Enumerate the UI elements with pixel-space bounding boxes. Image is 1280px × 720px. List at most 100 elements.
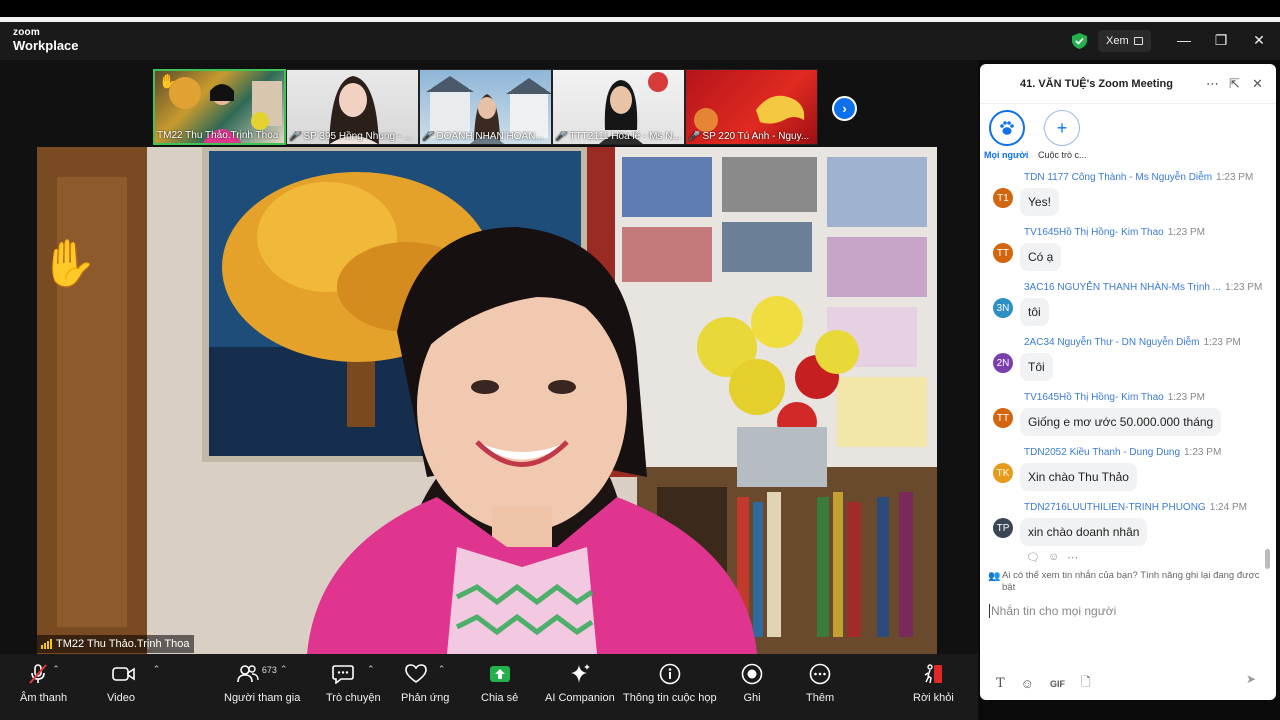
share-button[interactable]: Chia sẻ <box>481 662 518 704</box>
more-label: Thêm <box>806 692 835 704</box>
message-sender: TV1645Hồ Thị Hồng- Kim Thao 1:23 PM <box>1024 392 1205 403</box>
message-time: 1:23 PM <box>1225 282 1263 293</box>
sender-name[interactable]: TDN 1177 Công Thành - Ms Nguyễn Diễm <box>1024 172 1212 183</box>
message-bubble[interactable]: Tôi <box>1020 353 1053 381</box>
recipient-everyone-button[interactable] <box>989 110 1025 146</box>
chevron-up-icon[interactable]: ⌃ <box>52 664 60 675</box>
record-button[interactable]: Ghi <box>741 662 763 704</box>
share-screen-icon <box>489 666 510 682</box>
sender-name[interactable]: 2AC34 Nguyễn Thư - DN Nguyễn Diễm <box>1024 337 1199 348</box>
reactions-button[interactable]: ⌃ Phản ứng <box>401 662 449 705</box>
audio-label: Âm thanh <box>20 692 68 704</box>
more-options-icon[interactable]: ⋯ <box>1206 76 1219 92</box>
muted-microphone-icon <box>29 664 48 684</box>
brand-workplace: Workplace <box>13 38 79 53</box>
security-shield-icon[interactable] <box>1072 33 1087 49</box>
thumbnail-participant-1[interactable]: ✋ TM22 Thu Thảo.Trịnh Thoa <box>153 69 286 145</box>
emoji-icon[interactable]: ☺ <box>1021 676 1034 691</box>
file-icon[interactable]: 🗋 <box>1081 673 1091 694</box>
thumbnail-name: TTT2111 Hóa lê - Ms N... <box>569 131 681 142</box>
message-time: 1:23 PM <box>1167 392 1205 403</box>
participants-count: 673 <box>261 665 277 675</box>
thumbnail-participant-2[interactable]: 🎤 SP 395 Hồng Nhung - ... <box>286 69 419 145</box>
chat-visibility-notice[interactable]: 👥 Ai có thể xem tin nhắn của bạn? Tính n… <box>988 570 1270 594</box>
thumbnail-name: DOANH NHÂN HOÀN... <box>436 131 544 142</box>
thumbnail-participant-3[interactable]: 🎤 DOANH NHÂN HOÀN... <box>419 69 552 145</box>
more-button[interactable]: Thêm <box>806 662 834 704</box>
view-button[interactable]: Xem <box>1098 30 1151 52</box>
audio-button[interactable]: ⌃ Âm thanh <box>20 662 68 705</box>
add-reaction-icon[interactable]: ☺ <box>1048 551 1059 564</box>
video-label: Video <box>107 692 135 704</box>
message-sender: TDN 1177 Công Thành - Ms Nguyễn Diễm 1:23… <box>1024 172 1253 183</box>
more-actions-icon[interactable]: ⋯ <box>1067 551 1078 564</box>
chevron-up-icon[interactable]: ⌃ <box>153 664 161 675</box>
restore-icon[interactable]: ❐ <box>1213 32 1229 48</box>
speaker-name: TM22 Thu Thảo.Trịnh Thoa <box>56 638 190 650</box>
thumbnail-name: SP 220 Tú Anh - Nguy... <box>702 131 810 142</box>
minimize-icon[interactable]: — <box>1176 32 1192 48</box>
muted-mic-icon: 🎤 <box>688 131 701 142</box>
text-format-icon[interactable]: T <box>996 676 1005 691</box>
chat-scrollbar[interactable] <box>1265 549 1270 569</box>
meeting-info-button[interactable]: Thông tin cuộc họp <box>623 662 717 704</box>
video-button[interactable]: ⌃ Video <box>107 662 165 705</box>
ai-companion-button[interactable]: AI Companion <box>545 662 615 704</box>
pop-out-icon[interactable]: ⇱ <box>1229 76 1240 92</box>
add-conversation-button[interactable]: + <box>1044 110 1080 146</box>
record-label: Ghi <box>743 692 761 704</box>
message-time: 1:23 PM <box>1184 447 1222 458</box>
video-stage: ✋ TM22 Thu Thảo.Trịnh Thoa 🎤 SP 395 Hồng … <box>0 60 978 654</box>
message-bubble[interactable]: Xin chào Thu Thảo <box>1020 463 1137 491</box>
message-actions: 🗨 ☺ ⋯ <box>1026 551 1078 564</box>
thumbnail-label: TM22 Thu Thảo.Trịnh Thoa <box>157 130 282 141</box>
sparkle-icon <box>570 664 590 683</box>
heart-icon <box>405 664 427 683</box>
message-time: 1:24 PM <box>1209 502 1247 513</box>
thumbnail-name: TM22 Thu Thảo.Trịnh Thoa <box>157 130 279 141</box>
chevron-up-icon[interactable]: ⌃ <box>280 664 288 675</box>
message-sender: TDN2716LUUTHILIEN-TRINH PHUONG 1:24 PM <box>1024 502 1247 513</box>
close-chat-icon[interactable]: ✕ <box>1252 76 1263 92</box>
message-bubble[interactable]: xin chào doanh nhân <box>1020 518 1148 546</box>
message-bubble[interactable]: Giống e mơ ước 50.000.000 tháng <box>1020 408 1222 436</box>
message-bubble[interactable]: Yes! <box>1020 188 1059 216</box>
thumbnail-label: 🎤 SP 395 Hồng Nhung - ... <box>289 131 416 142</box>
leave-door-icon <box>925 664 943 684</box>
video-camera-icon <box>111 667 135 681</box>
thumbnail-name: SP 395 Hồng Nhung - ... <box>303 131 413 142</box>
sender-name[interactable]: TV1645Hồ Thị Hồng- Kim Thao <box>1024 227 1164 238</box>
muted-mic-icon: 🎤 <box>422 131 435 142</box>
record-icon <box>741 663 763 685</box>
message-bubble[interactable]: tôi <box>1020 298 1049 326</box>
notice-text: Ai có thể xem tin nhắn của bạn? Tính năn… <box>1002 570 1260 593</box>
thumbnail-label: 🎤 DOANH NHÂN HOÀN... <box>422 131 549 142</box>
chevron-up-icon[interactable]: ⌃ <box>438 664 446 675</box>
chat-button[interactable]: ⌃ Trò chuyện <box>326 662 381 705</box>
sender-name[interactable]: 3AC16 NGUYỄN THANH NHÀN-Ms Trịnh ... <box>1024 282 1221 293</box>
message-sender: TV1645Hồ Thị Hồng- Kim Thao 1:23 PM <box>1024 227 1205 238</box>
close-icon[interactable]: ✕ <box>1251 32 1267 48</box>
message-bubble[interactable]: Có ạ <box>1020 243 1062 271</box>
next-thumbnails-button[interactable]: › <box>832 96 857 121</box>
gif-icon[interactable]: GIF <box>1050 679 1065 689</box>
zoom-workplace-logo: zoom Workplace <box>13 28 79 53</box>
muted-mic-icon: 🎤 <box>289 131 302 142</box>
view-label: Xem <box>1106 35 1129 47</box>
sender-name[interactable]: TDN2052 Kiều Thanh - Dung Dung <box>1024 447 1180 458</box>
leave-button[interactable]: Rời khỏi <box>913 662 954 704</box>
thumbnail-participant-5[interactable]: 🎤 SP 220 Tú Anh - Nguy... <box>685 69 818 145</box>
thumbnail-label: 🎤 SP 220 Tú Anh - Nguy... <box>688 131 815 142</box>
sender-name[interactable]: TV1645Hồ Thị Hồng- Kim Thao <box>1024 392 1164 403</box>
raised-hand-icon: ✋ <box>159 73 177 89</box>
message-sender: 3AC16 NGUYỄN THANH NHÀN-Ms Trịnh ... 1:23… <box>1024 282 1262 293</box>
avatar: TP <box>993 518 1013 538</box>
participants-button[interactable]: 673 ⌃ Người tham gia <box>224 662 300 705</box>
chevron-up-icon[interactable]: ⌃ <box>367 664 375 675</box>
sender-name[interactable]: TDN2716LUUTHILIEN-TRINH PHUONG <box>1024 502 1206 513</box>
reply-icon[interactable]: 🗨 <box>1026 551 1040 564</box>
thumbnail-participant-4[interactable]: 🎤 TTT2111 Hóa lê - Ms N... <box>552 69 685 145</box>
chat-input[interactable]: Nhắn tin cho mọi người <box>980 594 1276 674</box>
send-icon[interactable]: ➤ <box>1246 672 1256 686</box>
paw-icon <box>1000 121 1014 135</box>
